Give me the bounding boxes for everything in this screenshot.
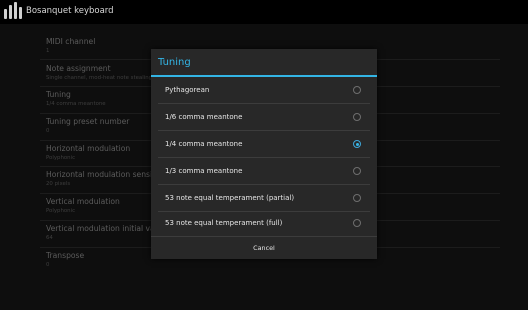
tuning-option-1-6-comma-meantone[interactable]: 1/6 comma meantone [151,104,377,130]
option-label: Pythagorean [165,86,210,94]
option-label: 53 note equal temperament (partial) [165,194,295,202]
cancel-button[interactable]: Cancel [151,237,377,259]
radio-button-checked-icon[interactable] [353,140,361,148]
radio-button-icon[interactable] [353,86,361,94]
pref-title: MIDI channel [46,37,96,46]
radio-button-icon[interactable] [353,219,361,227]
pref-summary: 0 [46,262,50,268]
tuning-option-53-tet-full[interactable]: 53 note equal temperament (full) [151,210,377,236]
action-bar: Bosanquet keyboard [0,0,528,24]
tuning-dialog: Tuning Pythagorean 1/6 comma meantone 1/… [151,49,377,259]
app-title: Bosanquet keyboard [26,6,114,16]
option-label: 1/3 comma meantone [165,167,243,175]
app-keys-icon[interactable] [2,2,22,20]
option-label: 1/4 comma meantone [165,140,243,148]
tuning-option-1-4-comma-meantone[interactable]: 1/4 comma meantone [151,131,377,157]
radio-button-icon[interactable] [353,167,361,175]
option-label: 53 note equal temperament (full) [165,219,283,227]
dialog-title: Tuning [158,57,191,68]
option-label: 1/6 comma meantone [165,113,243,121]
radio-button-icon[interactable] [353,113,361,121]
tuning-option-53-tet-partial[interactable]: 53 note equal temperament (partial) [151,185,377,211]
tuning-option-pythagorean[interactable]: Pythagorean [151,77,377,103]
screen: Bosanquet keyboard MIDI channel 1 Note a… [0,0,528,310]
radio-button-icon[interactable] [353,194,361,202]
tuning-option-1-3-comma-meantone[interactable]: 1/3 comma meantone [151,158,377,184]
